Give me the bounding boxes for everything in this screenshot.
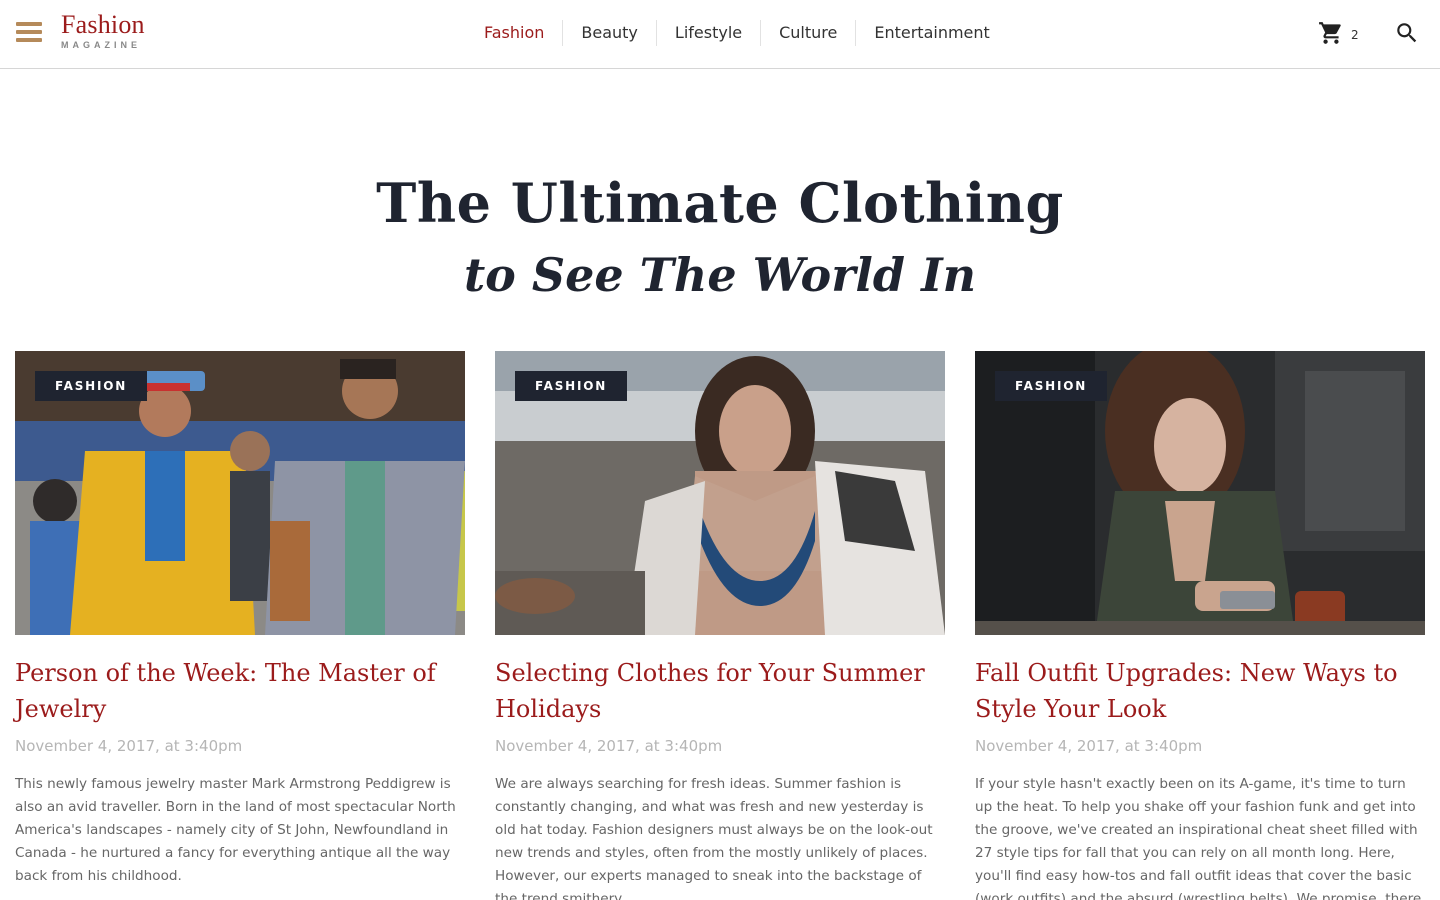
article-title[interactable]: Person of the Week: The Master of Jewelr… [15,655,445,727]
search-icon [1397,23,1417,43]
search-button[interactable] [1394,20,1420,46]
hamburger-icon[interactable] [16,22,42,46]
hero-subtitle: to See The World In [463,248,977,302]
article-card: FASHION Selecting Clothes for Your Summe… [495,351,945,900]
article-title[interactable]: Fall Outfit Upgrades: New Ways to Style … [975,655,1405,727]
category-badge[interactable]: FASHION [995,371,1108,401]
article-date: November 4, 2017, at 3:40pm [975,737,1203,755]
site-logo[interactable]: Fashion MAGAZINE [61,12,145,50]
article-image[interactable]: FASHION [15,351,465,635]
article-excerpt: If your style hasn't exactly been on its… [975,776,1422,900]
nav-item-fashion[interactable]: Fashion [466,20,564,46]
category-badge[interactable]: FASHION [35,371,148,401]
article-date: November 4, 2017, at 3:40pm [495,737,723,755]
main-nav: Fashion Beauty Lifestyle Culture Enterta… [466,20,1008,46]
logo-subtitle: MAGAZINE [61,40,141,50]
nav-item-lifestyle[interactable]: Lifestyle [657,20,762,46]
cart-count: 2 [1351,28,1359,42]
cart-button[interactable]: 2 [1318,20,1359,46]
article-excerpt: We are always searching for fresh ideas.… [495,776,933,900]
article-card: FASHION Person of the Week: The Master o… [15,351,465,888]
hero-title: The Ultimate Clothing [376,171,1064,235]
article-image[interactable]: FASHION [975,351,1425,635]
nav-item-entertainment[interactable]: Entertainment [856,20,1007,46]
category-badge[interactable]: FASHION [515,371,628,401]
logo-title: Fashion [61,10,145,39]
article-title[interactable]: Selecting Clothes for Your Summer Holida… [495,655,925,727]
nav-item-culture[interactable]: Culture [761,20,857,46]
nav-item-beauty[interactable]: Beauty [563,20,657,46]
article-excerpt: This newly famous jewelry master Mark Ar… [15,776,456,884]
article-date: November 4, 2017, at 3:40pm [15,737,243,755]
cart-icon [1319,22,1341,44]
article-card: FASHION Fall Outfit Upgrades: New Ways t… [975,351,1425,900]
site-header: Fashion MAGAZINE Fashion Beauty Lifestyl… [0,0,1440,69]
article-image[interactable]: FASHION [495,351,945,635]
